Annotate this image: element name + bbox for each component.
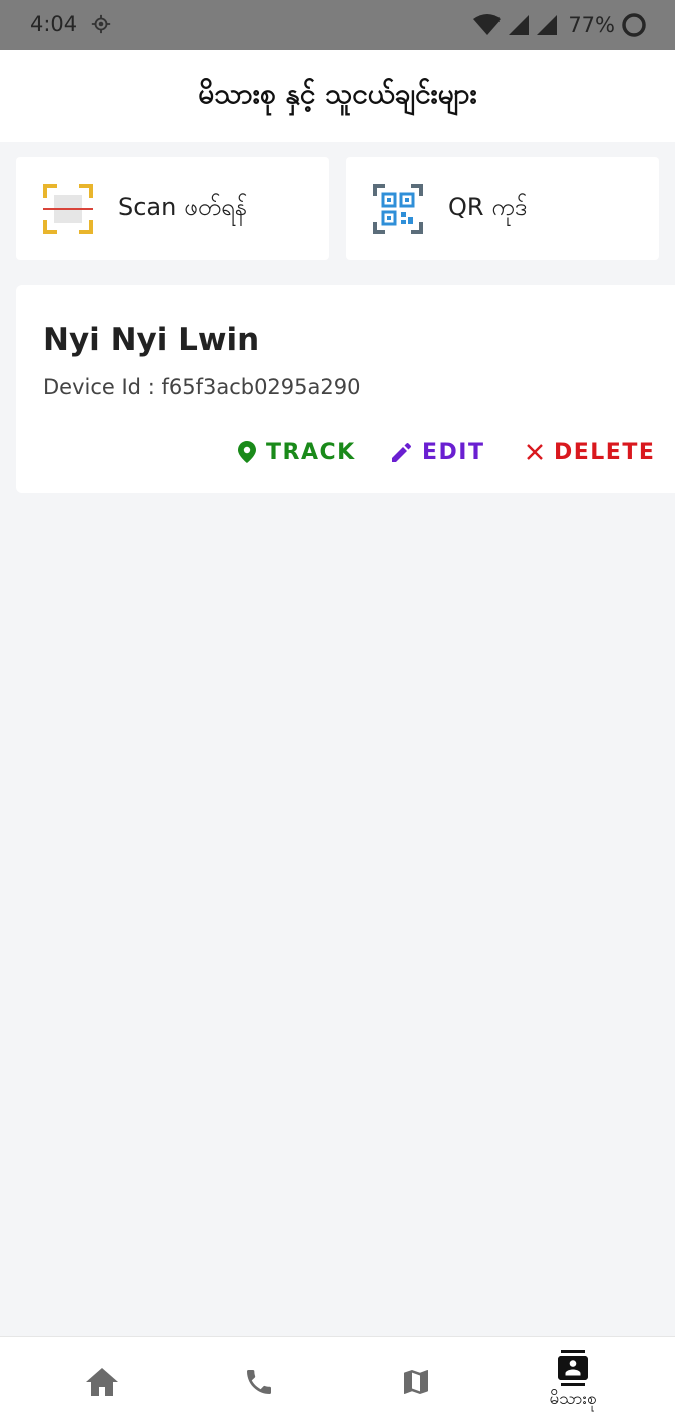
device-id-value: f65f3acb0295a290	[161, 375, 361, 399]
edit-label: EDIT	[422, 439, 485, 465]
scan-icon	[43, 183, 93, 234]
nav-family-label: မိသားစု	[549, 1389, 597, 1409]
status-bar: 4:04 x 77%	[0, 0, 675, 50]
edit-button[interactable]: EDIT	[392, 435, 484, 469]
track-label: TRACK	[266, 439, 356, 465]
map-icon	[404, 1369, 428, 1394]
bottom-nav: မိသားစု	[0, 1336, 675, 1426]
status-icons: x 77%	[472, 10, 647, 40]
nav-family[interactable]: မိသားစု	[513, 1337, 633, 1426]
signal-icon	[509, 15, 530, 35]
contacts-icon	[558, 1350, 588, 1386]
scan-label: Scan ဖတ်ရန်	[118, 192, 248, 221]
status-time: 4:04	[30, 12, 78, 36]
pencil-icon	[392, 443, 411, 462]
device-name: Nyi Nyi Lwin	[43, 322, 260, 358]
qr-code-button[interactable]: QR ကုဒ်	[346, 157, 659, 260]
close-icon	[527, 444, 543, 460]
map-pin-icon	[238, 441, 256, 463]
track-button[interactable]: TRACK	[238, 435, 356, 469]
location-icon	[91, 14, 111, 34]
battery-ring-icon	[622, 13, 646, 37]
nav-home[interactable]	[42, 1337, 162, 1426]
battery-percent: 77%	[568, 13, 615, 37]
device-id-label: Device Id :	[43, 375, 162, 399]
home-icon	[86, 1367, 118, 1396]
delete-label: DELETE	[554, 439, 656, 465]
phone-icon	[247, 1369, 271, 1394]
device-id-row: Device Id : f65f3acb0295a290	[43, 375, 360, 399]
delete-button[interactable]: DELETE	[526, 435, 655, 469]
nav-map[interactable]	[356, 1337, 476, 1426]
page-title: မိသားစု နှင့် သူငယ်ချင်းများ	[198, 77, 477, 110]
scan-button[interactable]: Scan ဖတ်ရန်	[16, 157, 329, 260]
device-card: Nyi Nyi Lwin Device Id : f65f3acb0295a29…	[16, 285, 675, 493]
signal-icon-2	[537, 15, 558, 35]
app-header: မိသားစု နှင့် သူငယ်ချင်းများ	[0, 50, 675, 142]
wifi-icon: x	[473, 14, 502, 35]
qr-code-label: QR ကုဒ်	[448, 192, 528, 221]
svg-text:x: x	[495, 15, 501, 25]
nav-phone[interactable]	[199, 1337, 319, 1426]
qr-code-icon	[373, 183, 423, 234]
